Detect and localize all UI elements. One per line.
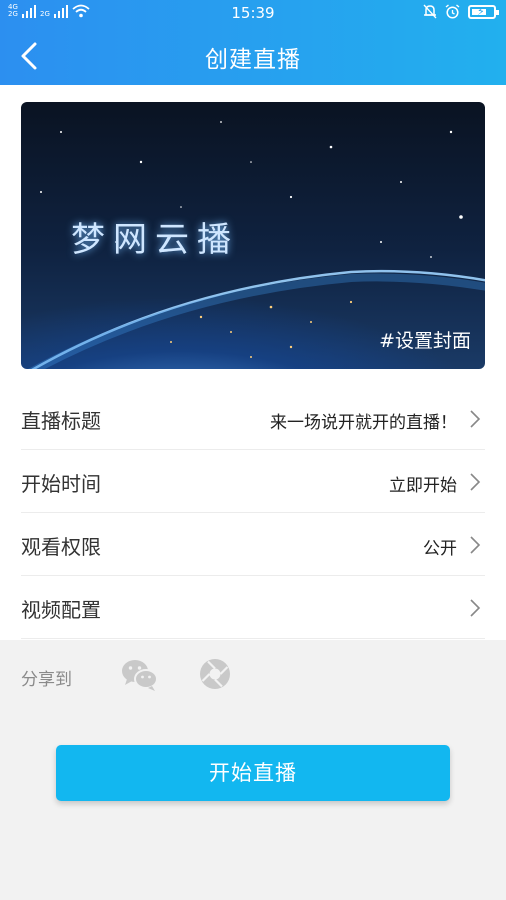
setting-row-permission[interactable]: 观看权限 公开 — [21, 513, 485, 576]
setting-value: 公开 — [423, 539, 457, 559]
share-label: 分享到 — [21, 670, 72, 690]
chevron-right-icon — [470, 473, 481, 491]
chevron-right-icon — [470, 536, 481, 554]
page-title: 创建直播 — [205, 47, 301, 73]
cover-image[interactable]: 梦网云播 #设置封面 — [21, 102, 485, 369]
setting-row-title[interactable]: 直播标题 来一场说开就开的直播！ — [21, 387, 485, 450]
header-bar: 4G 2G 2G 15:39 ⚡ 创建直播 — [0, 0, 506, 85]
chevron-right-icon — [470, 599, 481, 617]
setting-label: 观看权限 — [21, 535, 101, 559]
status-bar: 4G 2G 2G 15:39 ⚡ — [0, 0, 506, 26]
set-cover-label[interactable]: #设置封面 — [379, 326, 471, 353]
bell-off-icon — [423, 4, 437, 19]
setting-label: 直播标题 — [21, 409, 101, 433]
alarm-icon — [445, 4, 460, 19]
cover-title: 梦网云播 — [71, 220, 239, 260]
status-icons: ⚡ — [423, 4, 499, 19]
chevron-right-icon — [470, 410, 481, 428]
battery-icon: ⚡ — [468, 4, 499, 19]
wechat-icon[interactable] — [121, 658, 159, 692]
setting-value: 立即开始 — [389, 476, 457, 496]
setting-label: 开始时间 — [21, 472, 101, 496]
start-live-button[interactable]: 开始直播 — [56, 745, 450, 801]
share-bar: 分享到 — [0, 640, 506, 710]
setting-row-video-config[interactable]: 视频配置 — [21, 576, 485, 639]
setting-value: 来一场说开就开的直播！ — [270, 413, 457, 433]
setting-row-start-time[interactable]: 开始时间 立即开始 — [21, 450, 485, 513]
form-panel: 梦网云播 #设置封面 直播标题 来一场说开就开的直播！ 开始时间 立即开始 观看… — [0, 85, 506, 640]
setting-label: 视频配置 — [21, 598, 101, 622]
moments-icon[interactable] — [199, 658, 231, 690]
